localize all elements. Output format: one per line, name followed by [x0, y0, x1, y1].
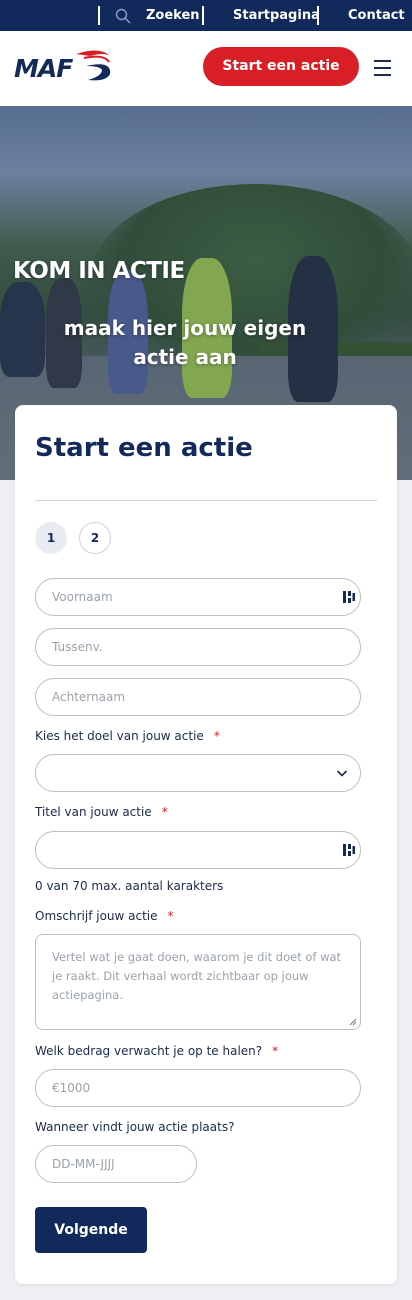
first-name-field[interactable] — [35, 578, 361, 616]
date-input[interactable] — [36, 1146, 196, 1182]
required-marker: * — [272, 1044, 279, 1058]
start-action-form-card: Start een actie 1 2 Kies het doel van jo… — [15, 405, 397, 1284]
step-indicator-1[interactable]: 1 — [35, 522, 67, 554]
required-marker: * — [167, 909, 174, 923]
divider — [317, 6, 319, 25]
description-label: Omschrijf jouw actie * — [35, 909, 174, 923]
action-title-input[interactable] — [36, 832, 360, 868]
svg-text:MAF: MAF — [14, 54, 73, 83]
required-marker: * — [213, 729, 220, 743]
infix-field[interactable] — [35, 628, 361, 666]
description-textarea[interactable] — [36, 935, 360, 1029]
action-title-field[interactable] — [35, 831, 361, 869]
title-label: Titel van jouw actie * — [35, 805, 168, 819]
divider — [35, 500, 377, 501]
last-name-input[interactable] — [36, 679, 360, 715]
maf-logo[interactable]: MAF — [14, 46, 118, 86]
password-manager-icon[interactable] — [342, 590, 356, 604]
contact-link[interactable]: Contact — [348, 0, 405, 31]
goal-label: Kies het doel van jouw actie * — [35, 729, 220, 743]
hero-title: KOM IN ACTIE — [13, 258, 185, 284]
description-field[interactable] — [35, 934, 361, 1030]
infix-input[interactable] — [36, 629, 360, 665]
divider — [98, 6, 100, 25]
hero-subtitle: maak hier jouw eigen actie aan — [63, 316, 307, 369]
chevron-down-icon — [336, 770, 348, 777]
required-marker: * — [161, 805, 168, 819]
hamburger-icon[interactable] — [374, 60, 391, 76]
last-name-field[interactable] — [35, 678, 361, 716]
amount-label: Welk bedrag verwacht je op te halen? * — [35, 1044, 279, 1058]
amount-input[interactable] — [36, 1070, 360, 1106]
first-name-input[interactable] — [36, 579, 360, 615]
next-button[interactable]: Volgende — [35, 1207, 147, 1253]
divider — [202, 6, 204, 25]
date-field[interactable] — [35, 1145, 197, 1183]
site-header: MAF Start een actie — [0, 31, 412, 106]
step-indicator-2[interactable]: 2 — [79, 522, 111, 554]
date-label: Wanneer vindt jouw actie plaats? — [35, 1120, 235, 1134]
start-action-button[interactable]: Start een actie — [203, 47, 359, 86]
amount-field[interactable] — [35, 1069, 361, 1107]
form-title: Start een actie — [35, 433, 253, 463]
resize-handle-icon[interactable] — [349, 1018, 357, 1026]
goal-dropdown[interactable] — [36, 755, 360, 791]
title-character-counter: 0 van 70 max. aantal karakters — [35, 879, 224, 893]
goal-select[interactable] — [35, 754, 361, 792]
utility-bar: Zoeken Startpagina Contact — [0, 0, 412, 31]
password-manager-icon[interactable] — [342, 843, 356, 857]
home-link[interactable]: Startpagina — [233, 0, 320, 31]
search-icon[interactable] — [115, 8, 131, 24]
search-link[interactable]: Zoeken — [146, 0, 200, 31]
